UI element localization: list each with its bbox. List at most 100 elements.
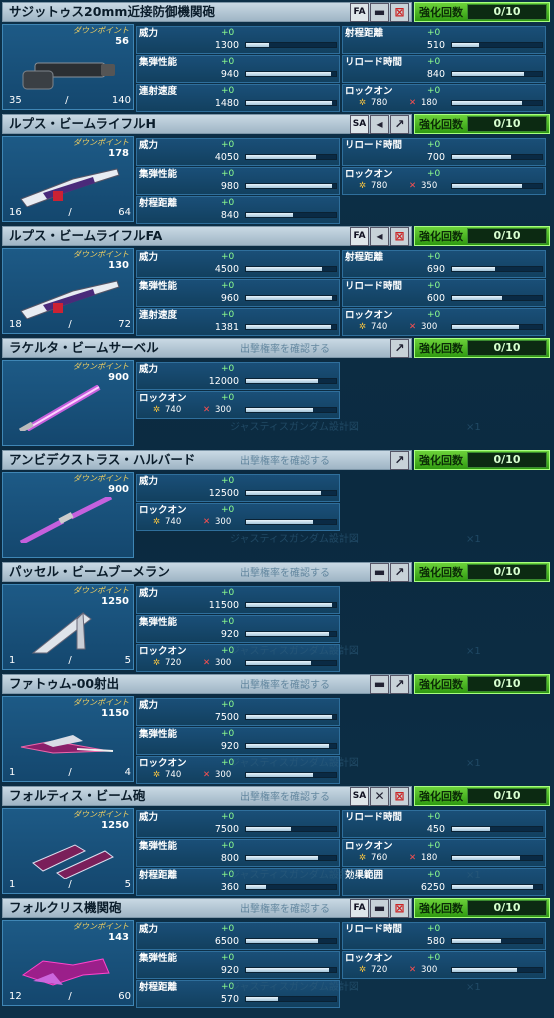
stat-value: 580 [426,936,445,947]
stat-bonus: +0 [427,86,441,96]
weapon-card[interactable]: ダウンポイント 178 16 / 64 [2,136,134,222]
weapon-card[interactable]: ダウンポイント 1250 1 / 5 [2,584,134,670]
weapon-attribute-icon: ⊠ [390,787,409,806]
stat-bar [245,71,337,77]
weapon-attribute-icon: ▬ [370,675,389,694]
down-point-label: ダウンポイント [73,922,129,931]
weapon-card[interactable]: ダウンポイント 56 35 / 140 [2,24,134,110]
down-point-value: 1250 [101,820,129,831]
enhance-label: 強化回数 [419,118,463,131]
stat-label: ロックオン [139,758,187,769]
stat-bar-fill [246,379,318,383]
stat-bar-fill [246,213,293,217]
enhance-count[interactable]: 強化回数 0/10 [414,2,550,22]
weapon-card[interactable]: ダウンポイント 900 [2,360,134,446]
stat-value: 840 [220,210,239,221]
stat-bar-fill [452,155,511,159]
stat-bar-fill [246,155,317,159]
stat-bonus: +0 [427,281,441,291]
stat-bar-fill [246,408,313,412]
enhance-count[interactable]: 強化回数 0/10 [414,114,550,134]
weapon-row[interactable]: サジットゥス20mm近接防御機関砲 FA ▬ ⊠ 強化回数 0/10 ダウンポイント 56 35… [0,0,554,112]
weapon-card[interactable]: ダウンポイント 1150 1 / 4 [2,696,134,782]
stat-bar-fill [452,267,496,271]
weapon-row[interactable]: ルプス・ビームライフルFA FA ◂ ⊠ 強化回数 0/10 ダウンポイント 130 18/72… [0,224,554,336]
enhance-count[interactable]: 強化回数 0/10 [414,338,550,358]
stat-bonus: +0 [221,28,235,38]
down-point-value: 900 [108,484,129,495]
stat-bar [245,490,337,496]
enhance-count[interactable]: 強化回数 0/10 [414,562,550,582]
weapon-row[interactable]: ルプス・ビームライフルH SA ◂ ↗ 強化回数 0/10 ダウンポイント 178 16/64 威… [0,112,554,224]
weapon-attribute-icon: ⊠ [390,227,409,246]
stat-bar-fill [246,827,291,831]
stat-bonus: +0 [427,310,441,320]
stat-label: 集弾性能 [139,953,178,964]
enhance-count[interactable]: 強化回数 0/10 [414,674,550,694]
ammo-count: 18 / 72 [9,319,131,331]
weapon-card[interactable]: ダウンポイント 130 18 / 72 [2,248,134,334]
lock-range-value: 780 [371,98,388,108]
stat-bar [245,295,337,301]
stat-label: リロード時間 [345,57,403,68]
stat-value: 7500 [214,712,239,723]
weapon-type-tags: ▬ ↗ [370,675,409,694]
stat-bonus: +0 [221,700,235,710]
ammo-separator: / [68,767,72,778]
stat-label: 威力 [139,252,159,263]
stat-label: 連射速度 [139,310,178,321]
ghost-text: 出撃権率を確認する [240,680,330,691]
lock-limit-icon: ✕ [203,770,211,780]
down-point-label: ダウンポイント [73,250,129,259]
stat-bonus: +0 [221,953,235,963]
lock-range-icon: ✲ [153,658,161,668]
weapon-attribute-icon: ↗ [390,115,409,134]
stat-bonus: +0 [221,729,235,739]
weapon-card[interactable]: ダウンポイント 143 12 / 60 [2,920,134,1006]
stat-label: ロックオン [345,841,393,852]
stat-bonus: +0 [221,57,235,67]
stat-box: 威力 +0 7500 [136,698,340,726]
weapon-type-tags: FA ▬ ⊠ [350,3,409,22]
lock-range-icon: ✲ [359,853,367,863]
weapon-card[interactable]: ダウンポイント 1250 1 / 5 [2,808,134,894]
enhance-count[interactable]: 強化回数 0/10 [414,226,550,246]
weapon-row[interactable]: アンビデクストラス・ハルバード ↗ 強化回数 0/10 ダウンポイント 900 威力 +0 12… [0,448,554,560]
stat-label: リロード時間 [345,281,403,292]
stat-label: 威力 [139,28,159,39]
stat-bar-fill [246,603,333,607]
ammo-current: 12 [9,991,22,1002]
down-point-label: ダウンポイント [73,138,129,147]
stat-bonus: +0 [427,57,441,67]
lock-limit-icon: ✕ [409,322,417,332]
stat-bar [451,826,543,832]
weapon-row[interactable]: パッセル・ビームブーメラン ▬ ↗ 強化回数 0/10 ダウンポイント 1250 1 / 5 威力 +… [0,560,554,672]
stat-label: ロックオン [345,310,393,321]
stat-bar [451,295,543,301]
enhance-count[interactable]: 強化回数 0/10 [414,450,550,470]
weapon-image [13,49,125,95]
down-point-label: ダウンポイント [73,362,129,371]
weapon-row[interactable]: ラケルタ・ビームサーベル ↗ 強化回数 0/10 ダウンポイント 900 威力 +0 12000… [0,336,554,448]
weapon-type-tag: FA [350,227,369,246]
ammo-separator: / [68,207,72,218]
lock-limit-value: 300 [215,770,232,780]
stat-box: 射程距離 +0 510 [342,26,546,54]
stat-bar [245,100,337,106]
ammo-max: 72 [118,319,131,330]
stat-value: 1480 [214,98,239,109]
weapon-row[interactable]: フォルクリス機関砲 FA ▬ ⊠ 強化回数 0/10 ダウンポイント 143 12/60 威力 +0… [0,896,554,1008]
stat-label: 威力 [139,700,159,711]
stat-value: 570 [220,994,239,1005]
weapon-row[interactable]: フォルティス・ビーム砲 SA ✕ ⊠ 強化回数 0/10 ダウンポイント 1250 1/5 威力 +… [0,784,554,896]
lock-range-icon: ✲ [359,322,367,332]
stat-bar [451,100,543,106]
stat-box: リロード時間 +0 600 [342,279,546,307]
enhance-count[interactable]: 強化回数 0/10 [414,898,550,918]
enhance-count[interactable]: 強化回数 0/10 [414,786,550,806]
stat-bonus: +0 [221,86,235,96]
stat-label: リロード時間 [345,924,403,935]
ammo-max: 5 [124,879,131,890]
weapon-row[interactable]: ファトゥム-00射出 ▬ ↗ 強化回数 0/10 ダウンポイント 1150 1 / 4 威力 +0 75… [0,672,554,784]
weapon-card[interactable]: ダウンポイント 900 [2,472,134,558]
